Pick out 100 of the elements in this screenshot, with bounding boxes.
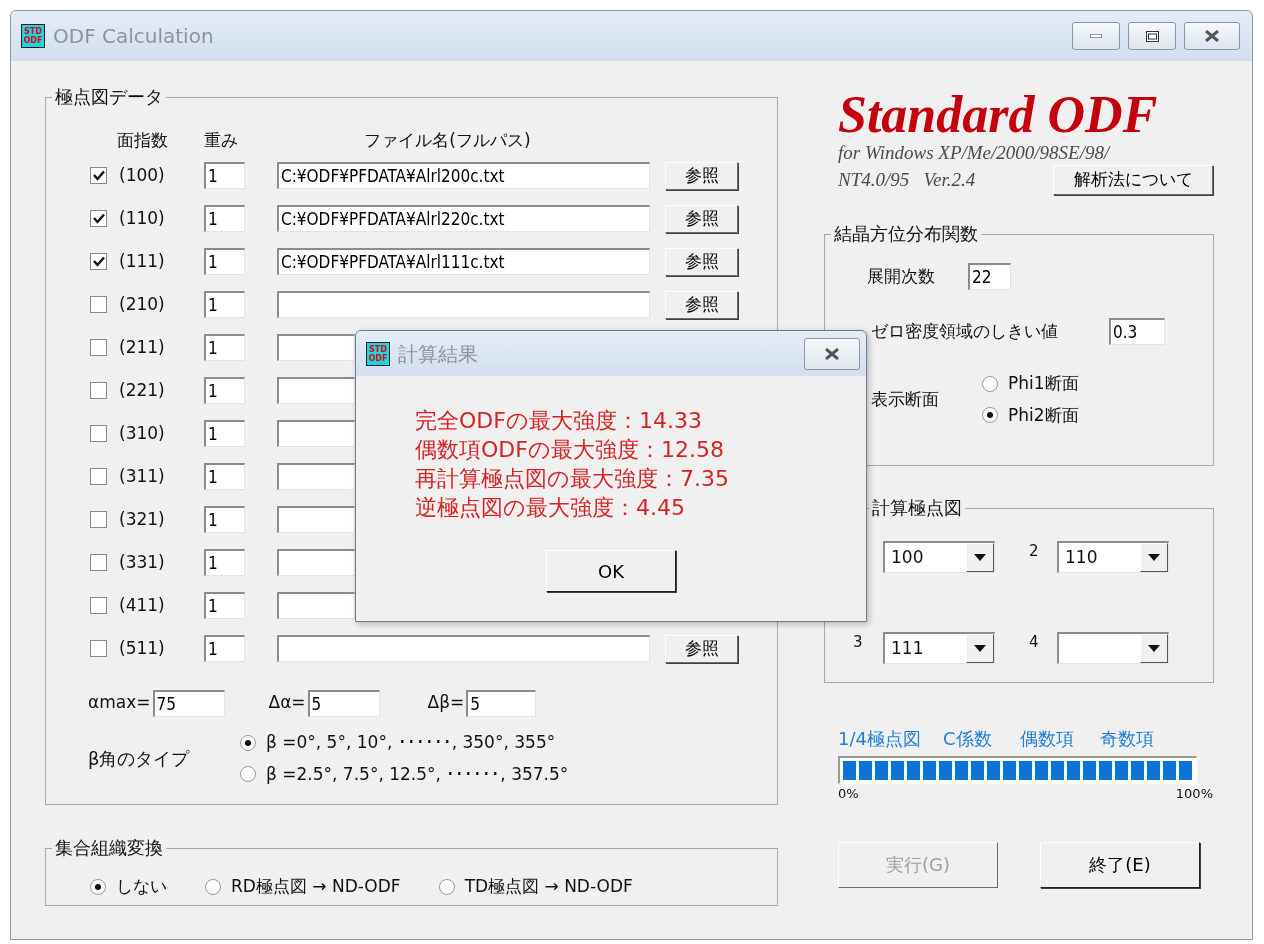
radio-label: Phi1断面 [1008, 372, 1079, 395]
group-title: 結晶方位分布関数 [831, 222, 981, 246]
pole-figure-dropdown[interactable]: 110 [1057, 541, 1169, 573]
file-path-field[interactable] [277, 334, 355, 361]
radio-button[interactable] [438, 879, 455, 895]
field-label: 表示断面 [871, 387, 940, 411]
browse-button[interactable]: 参照 [665, 634, 738, 663]
checkbox[interactable] [90, 296, 107, 313]
subtitle-text: for Windows XP/Me/2000/98SE/98/ [838, 141, 1112, 165]
about-button[interactable]: 解析法について [1053, 165, 1213, 195]
dropdown-arrow-icon [1148, 554, 1160, 561]
window-title: ODF Calculation [53, 23, 214, 50]
column-header: 重み [204, 129, 239, 153]
browse-button[interactable]: 参照 [665, 161, 738, 190]
column-header: ファイル名(フルパス) [364, 130, 531, 151]
file-path-field[interactable] [277, 506, 355, 533]
group-title: 極点図データ [52, 85, 166, 109]
browse-button[interactable]: 参照 [665, 290, 738, 319]
plane-index-label: (331) [119, 550, 165, 574]
checkbox[interactable] [90, 210, 107, 227]
plane-index-label: (511) [119, 636, 165, 660]
parameter-label: αmax= [88, 691, 151, 715]
threshold-field[interactable]: 0.3 [1109, 318, 1165, 345]
file-path-field[interactable]: C:¥ODF¥PFDATA¥Alrl200c.txt [277, 162, 650, 189]
file-path-field[interactable] [277, 592, 355, 619]
file-path-field[interactable]: C:¥ODF¥PFDATA¥Alrl220c.txt [277, 205, 650, 232]
checkbox[interactable] [90, 597, 107, 614]
checkbox[interactable] [90, 554, 107, 571]
minimize-button[interactable] [1072, 22, 1120, 50]
weight-field[interactable]: 1 [204, 592, 245, 619]
radio-button[interactable] [982, 407, 998, 424]
parameter-label: Δα= [268, 691, 306, 715]
close-button[interactable] [1184, 22, 1240, 50]
file-path-field[interactable]: C:¥ODF¥PFDATA¥Alrl111c.txt [277, 248, 650, 275]
file-path-field[interactable] [277, 635, 650, 662]
app-logo-title: Standard ODF [838, 89, 1159, 141]
progress-step-label: 1/4極点図 [838, 727, 921, 751]
weight-field[interactable]: 1 [204, 291, 245, 318]
dropdown-value: 111 [890, 636, 925, 660]
radio-button[interactable] [90, 879, 106, 895]
radio-button[interactable] [240, 734, 256, 751]
subtitle-text: NT4.0/95 Ver.2.4 [838, 168, 976, 192]
group-title: 計算極点図 [869, 496, 965, 520]
plane-index-label: (311) [119, 464, 165, 488]
checkbox[interactable] [90, 253, 107, 270]
parameter-field[interactable]: 5 [466, 689, 537, 717]
file-path-field[interactable] [277, 377, 355, 404]
dropdown-arrow-icon [974, 554, 986, 561]
plane-index-label: (111) [119, 249, 165, 273]
radio-label: しない [116, 875, 167, 899]
radio-button[interactable] [240, 766, 256, 783]
radio-label: RD極点図 → ND-ODF [231, 875, 401, 899]
pole-figure-dropdown[interactable]: 100 [883, 541, 995, 573]
weight-field[interactable]: 1 [204, 248, 245, 275]
parameter-field[interactable]: 5 [307, 689, 380, 717]
browse-button[interactable]: 参照 [665, 204, 738, 233]
weight-field[interactable]: 1 [204, 506, 245, 533]
weight-field[interactable]: 1 [204, 463, 245, 490]
weight-field[interactable]: 1 [204, 377, 245, 404]
radio-label: Phi2断面 [1008, 403, 1079, 427]
checkbox[interactable] [90, 339, 107, 356]
weight-field[interactable]: 1 [204, 334, 245, 361]
app-logo-icon: STD ODF [21, 24, 45, 48]
weight-field[interactable]: 1 [204, 205, 245, 232]
checkbox[interactable] [90, 511, 107, 528]
progress-step-label: C係数 [942, 727, 992, 751]
checkbox[interactable] [90, 468, 107, 485]
exit-button[interactable]: 終了(E) [1040, 841, 1200, 888]
dialog-close-button[interactable] [804, 337, 860, 370]
checkbox[interactable] [90, 640, 107, 657]
radio-button[interactable] [982, 375, 998, 392]
maximize-button[interactable] [1128, 22, 1176, 50]
field-label: 展開次数 [867, 264, 936, 288]
weight-field[interactable]: 1 [204, 635, 245, 662]
ok-button[interactable]: OK [546, 550, 676, 592]
group-title: 集合組織変換 [52, 836, 166, 860]
checkbox[interactable] [90, 425, 107, 442]
checkbox[interactable] [90, 167, 107, 184]
plane-index-label: (310) [119, 421, 165, 445]
pole-figure-dropdown[interactable]: 111 [883, 631, 995, 664]
dropdown-value: 100 [890, 546, 925, 569]
radio-button[interactable] [205, 879, 221, 895]
weight-field[interactable]: 1 [204, 162, 245, 189]
expansion-order-field[interactable]: 22 [968, 263, 1011, 290]
dropdown-value: 110 [1064, 546, 1099, 569]
result-text: 偶数項ODFの最大強度：12.58 [415, 436, 724, 464]
plane-index-label: (110) [119, 206, 165, 230]
file-path-field[interactable] [277, 463, 355, 490]
browse-button[interactable]: 参照 [665, 247, 738, 276]
checkbox[interactable] [90, 382, 107, 399]
weight-field[interactable]: 1 [204, 420, 245, 447]
close-icon [1204, 30, 1220, 42]
parameter-field[interactable]: 75 [152, 689, 225, 717]
pole-figure-dropdown[interactable] [1057, 631, 1169, 664]
radio-label: β =2.5°, 7.5°, 12.5°, ･･････, 357.5° [266, 762, 569, 786]
combo-number-label: 4 [1029, 631, 1040, 652]
file-path-field[interactable] [277, 291, 650, 318]
weight-field[interactable]: 1 [204, 549, 245, 576]
file-path-field[interactable] [277, 549, 355, 576]
file-path-field[interactable] [277, 420, 355, 447]
